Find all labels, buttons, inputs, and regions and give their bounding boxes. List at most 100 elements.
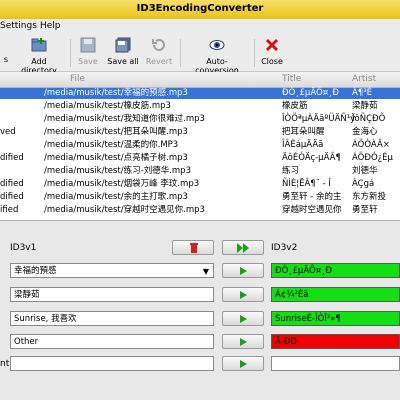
row-artist: 勇至轩	[352, 205, 378, 215]
row-file: /media/musik/test/穿越时空遇见你.mp3	[44, 205, 205, 215]
table-row[interactable]: ified/media/musik/test/穿越时空遇见你.mp3 穿越时空遇见…	[0, 205, 400, 216]
row-title: 勇至轩 - 余的主	[282, 192, 342, 202]
row-status: dified	[0, 192, 24, 202]
floppy-stack-icon	[115, 37, 131, 53]
table-row[interactable]: /media/musik/test/我知道你很难过.mp3 ÎÒÖªµÀÄãºÜÄ…	[0, 114, 400, 125]
table-row[interactable]: /media/musik/test/温柔的你.MP3 ÎÂÈáµÄÄã ÁÖÒÀÂ×	[0, 140, 400, 151]
id3v1-label: ID3v1	[10, 243, 37, 253]
copy-album-button[interactable]	[222, 311, 264, 326]
row-title: ÐÒ¸£µÄÔ¤¸Ð	[282, 88, 339, 98]
v2-comment-field[interactable]	[271, 356, 400, 371]
save-button[interactable]: Save	[76, 37, 100, 69]
row-file: /media/musik/test/温柔的你.MP3	[44, 140, 179, 150]
toolbar: s Add directory Save Save all Revert Aut…	[0, 35, 400, 75]
save-all-button[interactable]: Save all	[106, 37, 140, 69]
row-artist: 金海心	[352, 127, 378, 137]
copy-genre-button[interactable]	[222, 334, 264, 349]
file-list-header: File Title Artist	[0, 72, 400, 88]
column-header-artist[interactable]: Artist	[352, 74, 376, 84]
row-file: /media/musik/test/把耳朵叫醒.mp3	[44, 127, 188, 137]
column-header-title[interactable]: Title	[282, 74, 301, 84]
arrow-right-icon	[240, 267, 247, 275]
file-list[interactable]: File Title Artist /media/musik/test/幸福的预…	[0, 72, 400, 221]
row-artist: 梁静茹	[352, 101, 378, 111]
revert-icon	[152, 39, 165, 51]
close-label: Close	[261, 57, 283, 66]
row-title: ÑÌÈ¦ËÂ¶¨ - Î	[282, 179, 331, 189]
copy-all-v1-to-v2-button[interactable]	[222, 240, 264, 255]
table-row[interactable]: dified/media/musik/test/点亮橘子树.mp3 ÄôÉÓÄç-…	[0, 153, 400, 164]
row-artist: ÀÇgá	[352, 179, 375, 189]
table-row[interactable]: /media/musik/test/练习-刘德华.mp3 练习 刘德华	[0, 166, 400, 177]
menu-help[interactable]: Help	[40, 21, 61, 31]
row-file: /media/musik/test/点亮橘子树.mp3	[44, 153, 188, 163]
chevron-down-icon: ▼	[202, 267, 209, 276]
row-file: /media/musik/test/幸福的预感.mp3	[44, 88, 188, 98]
row-title: ÎÒÖªµÀÄãºÜÄÑ¹ý	[282, 114, 356, 124]
folder-plus-icon	[31, 38, 47, 52]
row-file: /media/musik/test/余的主打歌.mp3	[44, 192, 188, 202]
save-label: Save	[78, 57, 98, 66]
double-arrow-right-icon	[237, 243, 249, 253]
row-status: ved	[0, 127, 16, 137]
arrow-right-icon	[240, 315, 247, 323]
row-artist: 刘德华	[352, 166, 378, 176]
v1-title-value: 幸福的預感	[14, 266, 57, 276]
row-file: /media/musik/test/我知道你很难过.mp3	[44, 114, 205, 124]
row-title: 橡皮筋	[282, 101, 308, 111]
table-row[interactable]: dified/media/musik/test/烟袋万峰 李玟.mp3 ÑÌÈ¦Ë…	[0, 179, 400, 190]
table-row[interactable]: ved/media/musik/test/把耳朵叫醒.mp3 把耳朵叫醒 金海心	[0, 127, 400, 138]
row-status: ified	[0, 205, 19, 215]
v2-genre-field[interactable]: Â-ÐÐ	[271, 334, 400, 349]
table-row[interactable]: dified/media/musik/test/余的主打歌.mp3 勇至轩 - 余…	[0, 192, 400, 203]
copy-artist-button[interactable]	[222, 287, 264, 302]
window-title: ID3EncodingConverter	[136, 3, 264, 14]
v1-comment-field[interactable]	[10, 356, 214, 371]
copy-title-button[interactable]	[222, 263, 264, 278]
revert-label: Revert	[145, 57, 173, 66]
arrow-right-icon	[240, 360, 247, 368]
auto-conversion-button[interactable]: Auto-conversion	[186, 37, 248, 75]
row-title: 练习	[282, 166, 300, 176]
v1-album-field[interactable]: Sunrise, 我喜欢	[10, 311, 214, 326]
add-directory-button[interactable]: Add directory	[14, 37, 64, 75]
copy-comment-button[interactable]	[222, 356, 264, 371]
eye-icon	[209, 40, 225, 50]
row-file: /media/musik/test/橡皮筋.mp3	[44, 101, 171, 111]
menubar: Settings Help	[0, 19, 400, 35]
row-file: /media/musik/test/烟袋万峰 李玟.mp3	[44, 179, 200, 189]
menu-settings[interactable]: Settings	[0, 21, 37, 31]
row-artist: ÏôÑÇÐÕ	[352, 114, 386, 124]
tag-editor-panel: ID3v1 ID3v2 幸福的預感 ▼ ÐÒ¸£µÄÔ¤¸Ð 梁靜茹 Á¢¾²È…	[0, 221, 400, 400]
table-row[interactable]: /media/musik/test/橡皮筋.mp3 橡皮筋 梁静茹	[0, 101, 400, 112]
arrow-right-icon	[240, 338, 247, 346]
revert-button[interactable]: Revert	[144, 37, 174, 69]
v2-album-field[interactable]: SunriseÈ-ÎÒÏ²»¶	[271, 311, 400, 326]
v1-artist-field[interactable]: 梁靜茹	[10, 287, 214, 302]
arrow-right-icon	[240, 291, 247, 299]
row-title: ÄôÉÓÄç-µÄÂ¶	[282, 153, 341, 163]
row-file: /media/musik/test/练习-刘德华.mp3	[44, 166, 191, 176]
v1-title-combo[interactable]: 幸福的預感 ▼	[10, 263, 214, 278]
toolbar-separator	[70, 39, 71, 67]
v2-title-field[interactable]: ÐÒ¸£µÄÔ¤¸Ð	[271, 263, 400, 278]
row-artist: 东方新投	[352, 192, 387, 202]
id3v2-label: ID3v2	[271, 243, 298, 253]
table-row[interactable]: /media/musik/test/幸福的预感.mp3 ÐÒ¸£µÄÔ¤¸Ð À¶³…	[0, 88, 400, 99]
row-status: dified	[0, 179, 24, 189]
column-header-file[interactable]: File	[70, 74, 85, 84]
comment-label: nt	[0, 359, 10, 369]
v2-artist-field[interactable]: Á¢¾²Èã	[271, 287, 400, 302]
close-button[interactable]: Close	[260, 37, 284, 69]
toolbar-separator	[254, 39, 255, 67]
window-titlebar: ID3EncodingConverter	[0, 0, 400, 20]
floppy-icon	[80, 37, 96, 53]
row-artist: ÁÖÐÓ¿Éµ	[352, 153, 393, 163]
row-title: ÎÂÈáµÄÄã	[282, 140, 324, 150]
toolbar-separator	[180, 39, 181, 67]
v1-genre-field[interactable]: Other	[10, 334, 214, 349]
toolbar-partial-button[interactable]: s	[0, 37, 12, 69]
trash-icon	[190, 243, 198, 253]
delete-tag-button[interactable]	[172, 240, 214, 255]
row-title: 穿越时空遇见你	[282, 205, 342, 215]
